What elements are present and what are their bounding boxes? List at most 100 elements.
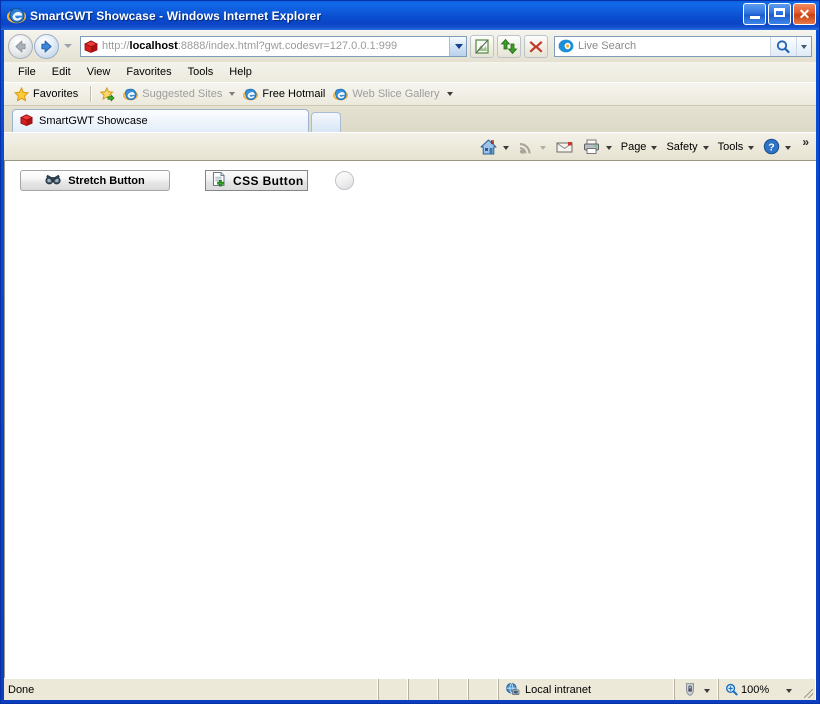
internet-explorer-icon [333, 88, 349, 100]
url-path: :8888/index.html?gwt.codesvr=127.0.0.1:9… [177, 40, 398, 52]
tools-menu-label: Tools [717, 140, 744, 153]
safety-menu[interactable]: Safety [662, 139, 713, 155]
tab-smartgwt-showcase[interactable]: SmartGWT Showcase [12, 109, 309, 132]
favorites-item-label: Web Slice Gallery [352, 88, 440, 100]
chevron-down-icon[interactable] [539, 145, 546, 150]
widget-row: Stretch Button CSS Button [20, 170, 354, 191]
chevron-down-icon[interactable] [502, 145, 509, 150]
security-zone[interactable]: Local intranet [498, 679, 674, 700]
page-viewport: Stretch Button CSS Button [4, 160, 816, 678]
home-icon [480, 139, 497, 154]
address-text: http://localhost:8888/index.html?gwt.cod… [102, 39, 449, 53]
internet-explorer-icon [123, 88, 139, 100]
status-slot-4 [468, 679, 498, 700]
back-button[interactable] [8, 33, 33, 59]
forward-button[interactable] [34, 33, 59, 59]
recent-pages-dropdown[interactable] [61, 37, 75, 55]
security-zone-label: Local intranet [525, 683, 592, 696]
status-bar: Done Local intranet 100% [4, 678, 816, 700]
chevron-down-icon[interactable] [704, 688, 710, 693]
css-button[interactable]: CSS Button [205, 170, 308, 191]
menu-file[interactable]: File [10, 64, 44, 81]
zoom-magnifier-icon [725, 683, 738, 696]
address-dropdown-button[interactable] [449, 36, 466, 56]
protected-mode-indicator[interactable] [674, 679, 718, 700]
status-slot-2 [408, 679, 438, 700]
internet-explorer-icon [7, 6, 26, 25]
zoom-control[interactable]: 100% [718, 679, 802, 700]
address-bar[interactable]: http://localhost:8888/index.html?gwt.cod… [80, 35, 467, 57]
zoom-level-label: 100% [741, 683, 770, 696]
menu-favorites[interactable]: Favorites [118, 64, 179, 81]
url-scheme: http:// [102, 40, 130, 52]
favorites-item-suggested-sites[interactable]: Suggested Sites [121, 87, 241, 102]
chevron-down-icon[interactable] [446, 92, 453, 96]
stretch-button-label: Stretch Button [68, 174, 145, 187]
search-icon[interactable] [770, 36, 796, 56]
favorites-label: Favorites [33, 88, 79, 100]
favorites-item-label: Suggested Sites [142, 88, 223, 100]
title-bar: SmartGWT Showcase - Windows Internet Exp… [1, 1, 819, 30]
page-menu-label: Page [620, 140, 647, 153]
status-slot-1 [378, 679, 408, 700]
circle-button[interactable] [335, 171, 354, 190]
home-button[interactable] [475, 136, 514, 158]
maximize-button[interactable] [768, 3, 791, 25]
page-menu[interactable]: Page [617, 139, 663, 155]
menu-view[interactable]: View [79, 64, 119, 81]
menu-edit[interactable]: Edit [44, 64, 79, 81]
favorites-item-free-hotmail[interactable]: Free Hotmail [241, 87, 331, 102]
command-bar: Page Safety Tools ? » [4, 132, 816, 160]
binoculars-icon [45, 173, 61, 189]
favorites-button[interactable]: Favorites [12, 86, 84, 102]
css-button-label: CSS Button [233, 173, 304, 188]
navigation-bar: http://localhost:8888/index.html?gwt.cod… [4, 30, 816, 62]
refresh-button[interactable] [497, 34, 521, 58]
svg-text:?: ? [769, 141, 775, 153]
menu-tools[interactable]: Tools [180, 64, 222, 81]
stretch-button[interactable]: Stretch Button [20, 170, 170, 191]
protected-mode-icon [686, 683, 694, 696]
star-icon [14, 86, 29, 102]
chevron-down-icon[interactable] [605, 145, 612, 150]
tools-menu[interactable]: Tools [714, 139, 760, 155]
stop-button[interactable] [524, 34, 548, 58]
chevron-down-icon[interactable] [702, 145, 709, 150]
search-options-dropdown[interactable] [796, 36, 811, 56]
chevron-down-icon[interactable] [748, 145, 755, 150]
favorites-item-label: Free Hotmail [262, 88, 326, 100]
chevron-down-icon[interactable] [786, 688, 793, 693]
smartgwt-box-icon [19, 112, 34, 130]
tab-strip: SmartGWT Showcase [4, 106, 816, 132]
resize-grip[interactable] [802, 679, 816, 700]
chevron-down-icon[interactable] [651, 145, 658, 150]
favorites-item-web-slice-gallery[interactable]: Web Slice Gallery [331, 87, 458, 102]
feeds-button[interactable] [514, 137, 551, 157]
help-button[interactable]: ? [759, 136, 796, 157]
safety-menu-label: Safety [666, 140, 698, 153]
bing-icon [558, 38, 575, 54]
new-document-icon [211, 171, 227, 190]
add-to-favorites-bar-button[interactable] [98, 86, 121, 102]
rss-icon [519, 142, 531, 154]
star-add-icon [100, 86, 115, 102]
command-bar-overflow-button[interactable]: » [796, 136, 812, 148]
globe-network-icon [506, 682, 520, 696]
help-icon: ? [764, 138, 780, 155]
url-host: localhost [129, 40, 178, 52]
new-tab-button[interactable] [311, 112, 341, 132]
menu-bar: File Edit View Favorites Tools Help [4, 62, 816, 82]
printer-icon [583, 139, 599, 154]
menu-help[interactable]: Help [221, 64, 260, 81]
chevron-down-icon[interactable] [785, 145, 792, 150]
close-button[interactable] [793, 3, 816, 25]
mail-icon [556, 141, 573, 152]
chevron-down-icon[interactable] [229, 92, 236, 96]
browser-window: SmartGWT Showcase - Windows Internet Exp… [0, 0, 820, 704]
print-button[interactable] [578, 136, 617, 157]
compatibility-view-button[interactable] [470, 34, 494, 58]
window-controls [743, 3, 816, 25]
minimize-button[interactable] [743, 3, 766, 25]
search-box[interactable]: Live Search [554, 35, 812, 57]
read-mail-button[interactable] [551, 137, 578, 157]
